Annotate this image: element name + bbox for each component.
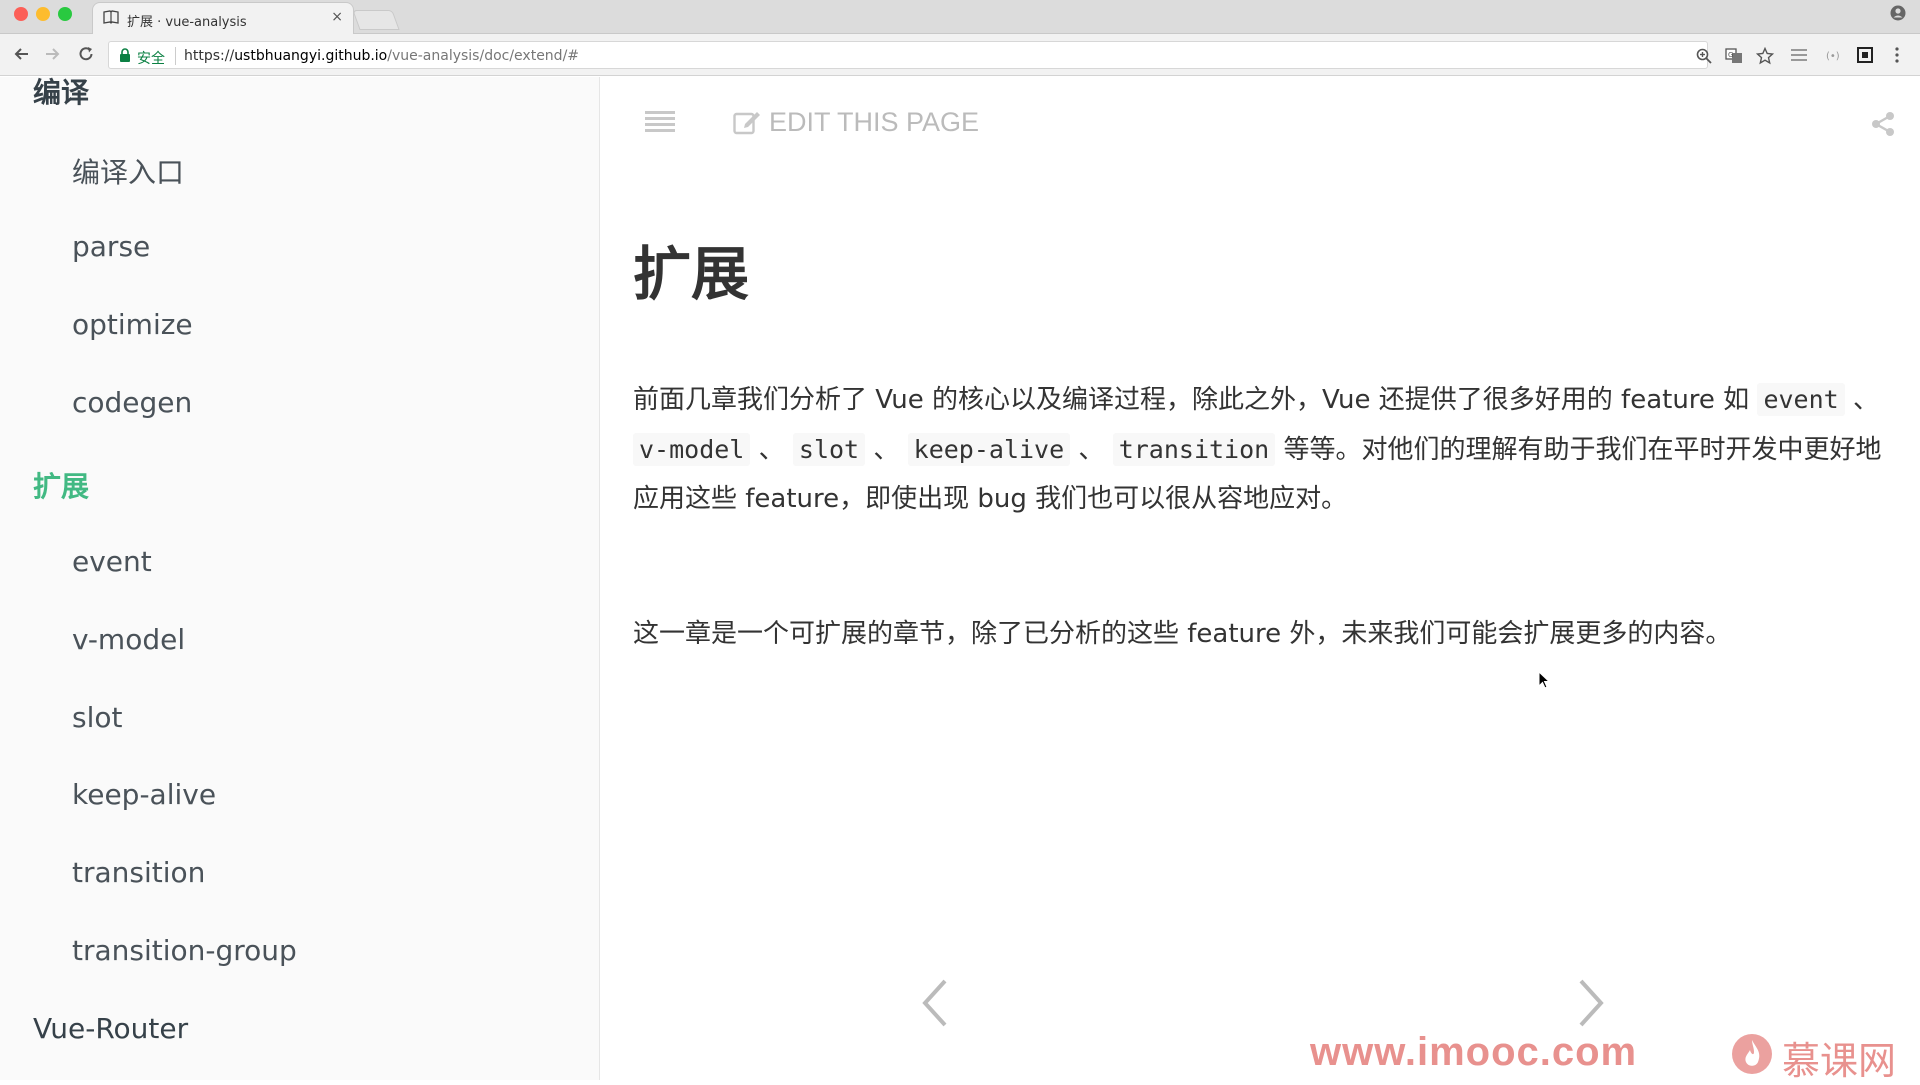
sidebar-item-keep-alive[interactable]: keep-alive [72, 778, 216, 811]
extension-note-paragraph: 这一章是一个可扩展的章节，除了已分析的这些 feature 外，未来我们可能会扩… [633, 619, 1732, 649]
translate-icon[interactable]: G [1725, 47, 1743, 65]
extension-square-icon[interactable] [1856, 46, 1874, 64]
separator: 、 [1844, 385, 1879, 415]
sidebar-fade [0, 1050, 599, 1080]
svg-text:G: G [1728, 51, 1733, 59]
tab-close-icon[interactable]: × [331, 9, 343, 25]
watermark-brand: 慕课网 [1782, 1039, 1897, 1083]
sidebar-item-transition[interactable]: transition [72, 856, 205, 889]
sidebar-item-vue-router[interactable]: Vue-Router [33, 1012, 188, 1045]
url-separator [175, 47, 176, 65]
url-scheme: https:// [184, 48, 235, 64]
sidebar-item-codegen[interactable]: codegen [72, 386, 192, 419]
new-tab-button[interactable] [352, 10, 400, 30]
code-event: event [1757, 383, 1845, 416]
forward-icon[interactable] [42, 44, 62, 64]
edit-icon [733, 112, 760, 135]
window-minimize-button[interactable] [36, 7, 50, 21]
back-icon[interactable] [12, 44, 32, 64]
browser-tab-active[interactable]: 扩展 · vue-analysis × [92, 2, 354, 34]
sidebar-item-event[interactable]: event [72, 545, 152, 578]
lock-icon [120, 48, 130, 62]
edit-this-page-link[interactable]: EDIT THIS PAGE [733, 107, 979, 138]
intro-paragraph: 前面几章我们分析了 Vue 的核心以及编译过程，除此之外，Vue 还提供了很多好… [633, 375, 1895, 524]
code-v-model: v-model [633, 433, 751, 466]
flame-logo-icon [1732, 1034, 1772, 1074]
code-keep-alive: keep-alive [907, 433, 1071, 466]
sidebar-item-extend[interactable]: 扩展 [33, 465, 89, 505]
url-bar[interactable]: 安全 https://ustbhuangyi.github.io/vue-ana… [108, 41, 1774, 69]
browser-toolbar: 安全 https://ustbhuangyi.github.io/vue-ana… [0, 34, 1920, 76]
share-icon[interactable] [1870, 111, 1896, 137]
profile-icon[interactable] [1890, 5, 1906, 21]
secure-label: 安全 [137, 51, 165, 67]
sidebar-item-compile-entry[interactable]: 编译入口 [72, 151, 184, 191]
sidebar-item-optimize[interactable]: optimize [72, 308, 193, 341]
sidebar-item-v-model[interactable]: v-model [72, 623, 185, 656]
extension-list-icon[interactable] [1790, 46, 1808, 64]
window-zoom-button[interactable] [58, 7, 72, 21]
next-page-icon[interactable] [1571, 977, 1611, 1029]
sidebar-item-transition-group[interactable]: transition-group [72, 934, 297, 967]
mouse-cursor-icon [1538, 671, 1550, 689]
window-close-button[interactable] [14, 7, 28, 21]
reload-icon[interactable] [76, 44, 96, 64]
tab-title: 扩展 · vue-analysis [127, 15, 247, 30]
code-slot: slot [792, 433, 866, 466]
svg-text:(•): (•) [1826, 51, 1840, 62]
zoom-icon[interactable] [1695, 47, 1713, 65]
sidebar-toggle-icon[interactable] [645, 111, 675, 133]
url-text: https://ustbhuangyi.github.io/vue-analys… [184, 48, 579, 64]
prev-page-icon[interactable] [915, 977, 955, 1029]
page-title: 扩展 [633, 240, 750, 308]
intro-text-start: 前面几章我们分析了 Vue 的核心以及编译过程，除此之外，Vue 还提供了很多好… [633, 385, 1758, 415]
sidebar-item-slot[interactable]: slot [72, 701, 122, 734]
separator: 、 [750, 435, 793, 465]
code-transition: transition [1112, 433, 1276, 466]
more-menu-icon[interactable] [1888, 46, 1906, 64]
edit-label: EDIT THIS PAGE [769, 107, 980, 137]
sidebar-item-compile[interactable]: 编译 [33, 77, 89, 111]
watermark-url: www.imooc.com [1310, 1030, 1638, 1074]
separator: 、 [865, 435, 908, 465]
sidebar: 编译 编译入口 parse optimize codegen 扩展 event … [0, 77, 600, 1080]
separator: 、 [1070, 435, 1113, 465]
url-path: /vue-analysis/doc/extend/# [387, 48, 580, 64]
url-host: ustbhuangyi.github.io [234, 48, 388, 64]
book-icon [103, 10, 119, 24]
sidebar-item-parse[interactable]: parse [72, 230, 150, 263]
main-content: EDIT THIS PAGE 扩展 前面几章我们分析了 Vue 的核心以及编译过… [601, 77, 1920, 1080]
cast-icon[interactable]: (•) [1824, 46, 1842, 64]
browser-tab-bar: 扩展 · vue-analysis × [0, 0, 1920, 34]
bookmark-star-icon[interactable] [1756, 47, 1774, 65]
